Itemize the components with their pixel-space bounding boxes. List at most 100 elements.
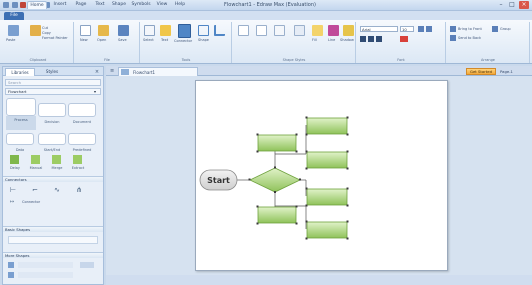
line-button[interactable]: Line — [328, 38, 335, 42]
fill-button[interactable]: Fill — [312, 38, 317, 42]
font-color-icon[interactable] — [400, 36, 408, 42]
paste-icon[interactable] — [8, 25, 19, 36]
copy-button[interactable]: Copy — [42, 31, 51, 35]
group-button[interactable]: Group — [500, 27, 511, 31]
shape-start-end[interactable] — [38, 133, 66, 145]
undo-icon[interactable] — [20, 2, 26, 8]
format-painter-button[interactable]: Format Painter — [42, 36, 68, 40]
tab-view[interactable]: View — [154, 1, 170, 9]
app-icon[interactable] — [3, 2, 9, 8]
connector-button[interactable]: Connector — [174, 39, 192, 43]
pointer-icon[interactable] — [144, 25, 155, 36]
group-icon[interactable] — [492, 26, 498, 32]
tab-styles[interactable]: Styles — [40, 68, 64, 76]
shape-predefined[interactable] — [68, 133, 96, 145]
send-back-button[interactable]: Send to Back — [458, 36, 481, 40]
more-shapes-item[interactable] — [18, 262, 73, 268]
style-swatch-4[interactable] — [294, 25, 305, 36]
tab-insert[interactable]: Insert — [50, 1, 70, 9]
tab-home[interactable]: Home — [27, 1, 47, 9]
paste-button[interactable]: Paste — [6, 38, 15, 42]
bold-icon[interactable] — [360, 36, 366, 42]
minimize-button[interactable]: – — [496, 1, 506, 9]
open-button[interactable]: Open — [97, 38, 106, 42]
shape-button[interactable]: Shape — [198, 38, 209, 42]
pane-close-icon[interactable]: × — [94, 69, 100, 75]
shape-manual[interactable] — [31, 155, 40, 164]
shadow-icon[interactable] — [343, 25, 354, 36]
more-shapes-toggle[interactable] — [80, 262, 94, 268]
bring-front-icon[interactable] — [450, 26, 456, 32]
decision-shape[interactable] — [249, 167, 301, 193]
process-box-right-3[interactable] — [306, 188, 348, 206]
font-name-select[interactable]: Arial — [360, 26, 398, 32]
save-button[interactable]: Save — [118, 38, 127, 42]
shape-extract[interactable] — [73, 155, 82, 164]
tab-list-icon[interactable]: ≡ — [110, 68, 116, 74]
connector-split-icon[interactable]: ⋔ — [76, 186, 86, 194]
library-category-select[interactable]: Flowchart — [5, 88, 101, 95]
tab-shape[interactable]: Shape — [110, 1, 128, 9]
connector-curved-icon[interactable]: ∿ — [54, 186, 64, 194]
basic-shapes-section-header[interactable]: Basic Shapes — [3, 226, 103, 232]
folder-icon — [8, 262, 14, 268]
style-swatch-2[interactable] — [256, 25, 267, 36]
process-box-right-2[interactable] — [306, 151, 348, 169]
open-icon[interactable] — [30, 25, 41, 36]
library-search-input[interactable]: Search — [5, 79, 101, 86]
shape-merge[interactable] — [52, 155, 61, 164]
save-icon[interactable] — [12, 2, 18, 8]
process-box-left-bottom[interactable] — [257, 206, 297, 224]
chevron-down-icon[interactable]: ▾ — [94, 89, 99, 94]
new-button[interactable]: New — [80, 38, 88, 42]
page-label[interactable]: Page-1 — [500, 68, 530, 75]
process-box-right-4[interactable] — [306, 221, 348, 239]
tab-text[interactable]: Text — [92, 1, 108, 9]
connector-elbow-icon[interactable]: ⌐ — [32, 186, 42, 194]
fill-icon[interactable] — [312, 25, 323, 36]
line-tool-icon[interactable] — [214, 25, 225, 36]
open-folder-icon[interactable] — [98, 25, 109, 36]
process-box-left-top[interactable] — [257, 134, 297, 152]
bring-front-button[interactable]: Bring to Front — [458, 27, 482, 31]
line-color-icon[interactable] — [328, 25, 339, 36]
close-button[interactable]: × — [519, 1, 529, 9]
process-box-right-1[interactable] — [306, 117, 348, 135]
save-disk-icon[interactable] — [118, 25, 129, 36]
text-button[interactable]: Text — [161, 38, 168, 42]
shrink-font-icon[interactable] — [426, 26, 432, 32]
shape-data[interactable] — [6, 133, 34, 145]
grow-font-icon[interactable] — [418, 26, 424, 32]
style-swatch-3[interactable] — [274, 25, 285, 36]
shadow-button[interactable]: Shadow — [340, 38, 354, 42]
document-tab[interactable]: Flowchart1 — [118, 67, 198, 76]
send-back-icon[interactable] — [450, 35, 456, 41]
underline-icon[interactable] — [376, 36, 382, 42]
text-tool-icon[interactable] — [160, 25, 171, 36]
shape-document[interactable] — [68, 103, 96, 117]
shape-process[interactable] — [6, 98, 36, 116]
italic-icon[interactable] — [368, 36, 374, 42]
font-size-select[interactable]: 10 — [400, 26, 414, 32]
maximize-button[interactable]: □ — [507, 1, 517, 9]
get-started-button[interactable]: Get Started — [466, 68, 496, 75]
shape-delay[interactable] — [10, 155, 19, 164]
more-shapes-item-2[interactable] — [18, 272, 73, 278]
new-icon[interactable] — [80, 25, 91, 36]
tab-libraries[interactable]: Libraries — [5, 68, 35, 76]
shape-decision[interactable] — [38, 103, 66, 117]
select-button[interactable]: Select — [143, 38, 154, 42]
tab-symbols[interactable]: Symbols — [130, 1, 152, 9]
tab-page[interactable]: Page — [72, 1, 90, 9]
connector-straight-icon[interactable]: ⊢ — [10, 186, 20, 194]
tab-file[interactable]: File — [4, 12, 24, 20]
more-shapes-section-header[interactable]: More Shapes — [3, 252, 103, 258]
shape-tool-icon[interactable] — [198, 25, 209, 36]
drawing-canvas[interactable]: Start — [195, 80, 448, 271]
cut-button[interactable]: Cut — [42, 26, 48, 30]
connectors-section-header[interactable]: Connectors — [3, 176, 103, 182]
style-swatch-1[interactable] — [238, 25, 249, 36]
connector-tool-icon[interactable] — [178, 24, 191, 38]
connector-arrow-icon[interactable]: ↦ — [10, 199, 18, 205]
tab-help[interactable]: Help — [172, 1, 188, 9]
